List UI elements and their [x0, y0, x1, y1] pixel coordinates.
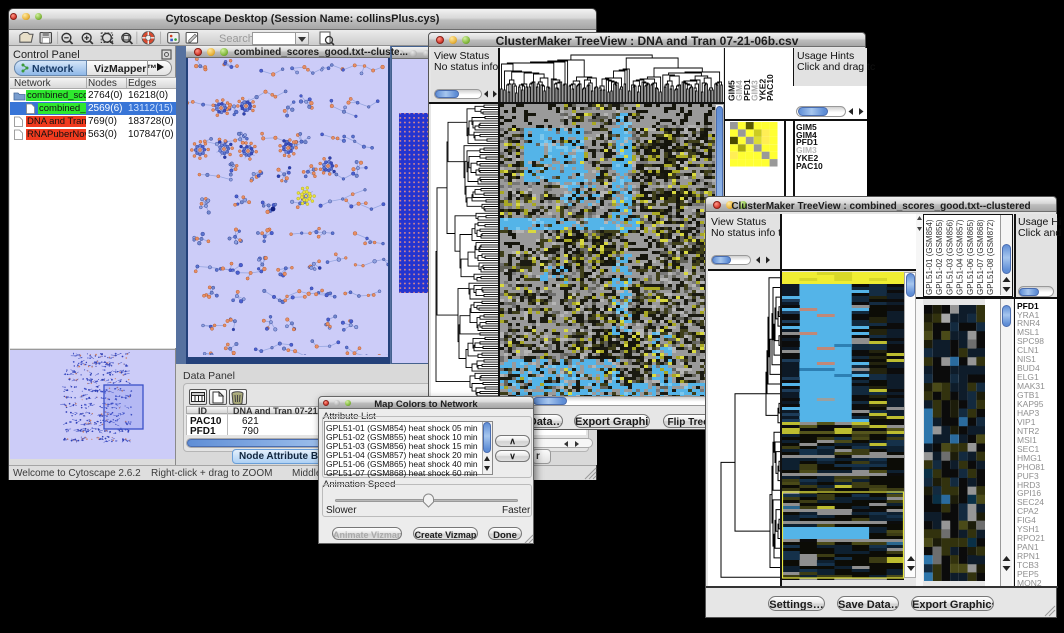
svg-text:GPL51-08 (GSM872): GPL51-08 (GSM872) [986, 219, 995, 295]
svg-text:PAC10: PAC10 [765, 74, 775, 101]
svg-text:GPL51-03 (GSM856): GPL51-03 (GSM856) [945, 219, 954, 295]
svg-text:GPL51-02 (GSM855): GPL51-02 (GSM855) [935, 219, 944, 295]
svg-text:GPL51-04 (GSM857): GPL51-04 (GSM857) [956, 219, 965, 295]
svg-text:GPL51-07 (GSM868): GPL51-07 (GSM868) [976, 219, 985, 295]
svg-text:GPL51-06 (GSM865): GPL51-06 (GSM865) [966, 219, 975, 295]
svg-text:GPL51-01 (GSM854): GPL51-01 (GSM854) [925, 219, 934, 295]
